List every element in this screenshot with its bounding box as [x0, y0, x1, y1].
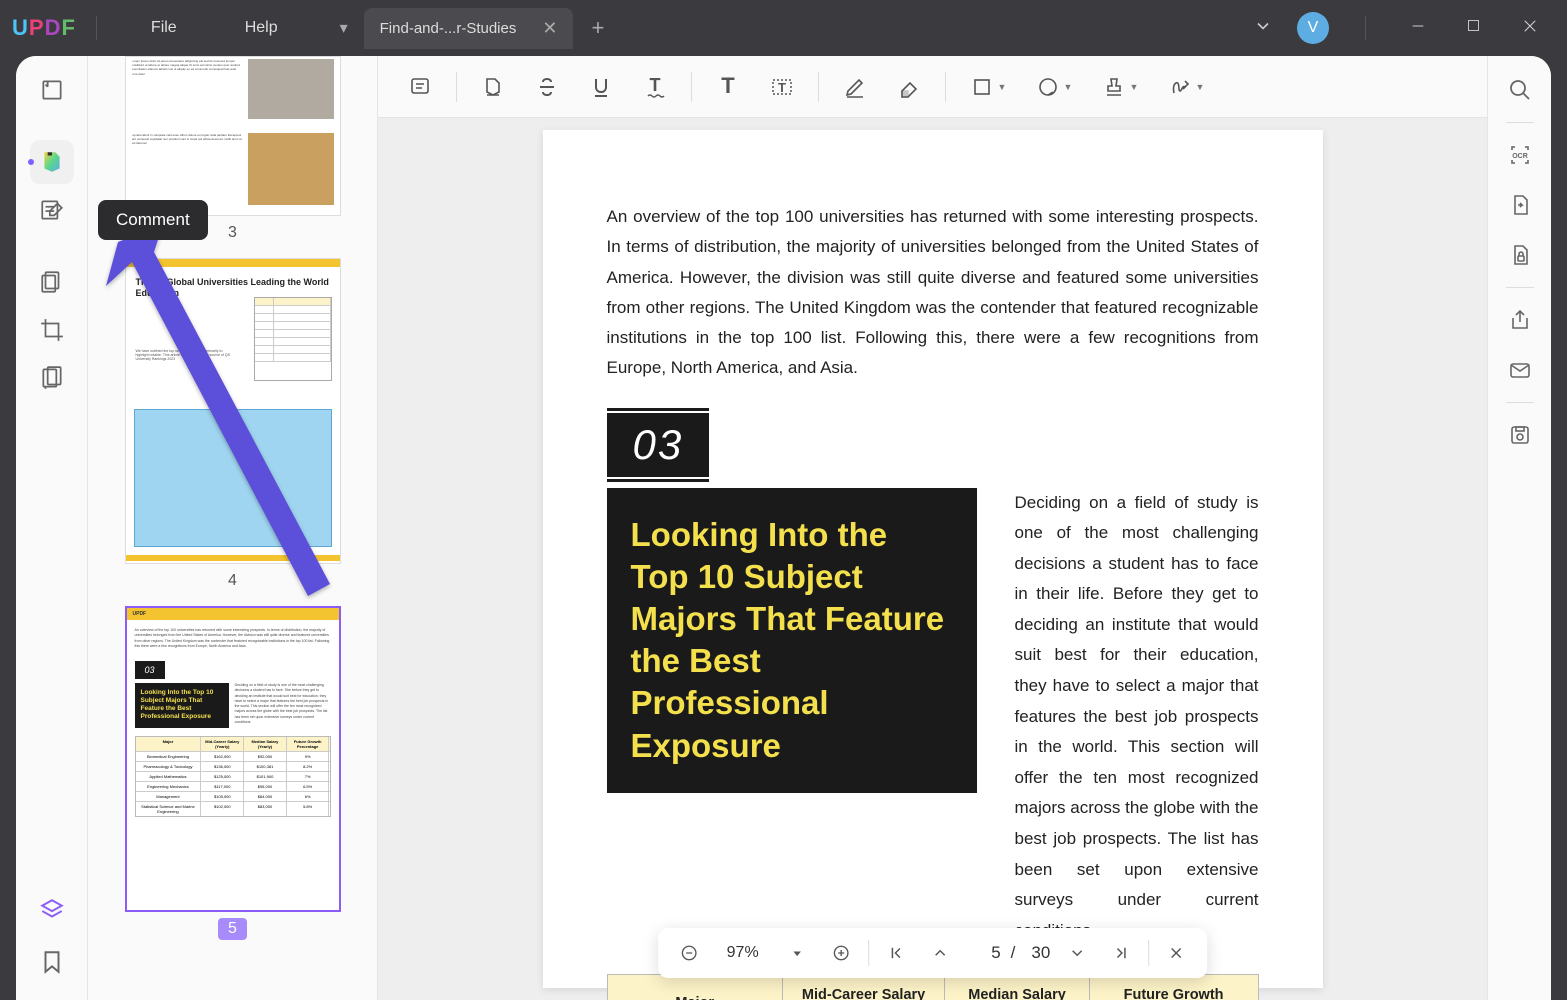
divider	[96, 16, 97, 40]
ocr-button[interactable]: OCR	[1498, 133, 1542, 177]
page-separator: /	[1011, 943, 1016, 963]
textbox-tool[interactable]: T	[756, 65, 808, 109]
zoom-value: 97%	[716, 944, 770, 962]
section-body: Deciding on a field of study is one of t…	[1015, 488, 1259, 947]
document-page: An overview of the top 100 universities …	[543, 130, 1323, 988]
tab-title: Find-and-...r-Studies	[380, 20, 517, 37]
eraser-tool[interactable]	[883, 65, 935, 109]
search-button[interactable]	[1498, 68, 1542, 112]
table-header: Mid-Career Salary (Yearly)	[782, 975, 945, 1000]
prev-page-button[interactable]	[923, 936, 957, 970]
close-navigator-button[interactable]	[1159, 936, 1193, 970]
pencil-tool[interactable]	[829, 65, 881, 109]
table-header: Major	[607, 975, 782, 1000]
comment-mode-button[interactable]	[30, 140, 74, 184]
chevron-down-icon[interactable]	[1245, 8, 1281, 49]
thumbnail-page-4[interactable]: The 10 Global Universities Leading the W…	[112, 258, 353, 598]
thumbnail-number: 4	[112, 564, 353, 598]
layers-button[interactable]	[30, 888, 74, 932]
table-header: Median Salary (Yearly)	[945, 975, 1089, 1000]
table-header: Future Growth Percentage	[1089, 975, 1258, 1000]
first-page-button[interactable]	[879, 936, 913, 970]
bookmark-button[interactable]	[30, 940, 74, 984]
email-button[interactable]	[1498, 348, 1542, 392]
svg-text:T: T	[778, 80, 786, 95]
section-title-box: Looking Into the Top 10 Subject Majors T…	[607, 488, 977, 793]
app-logo: UPDF	[12, 15, 76, 41]
page-tools-button[interactable]	[30, 356, 74, 400]
stamp-tool[interactable]: ▼	[1088, 65, 1152, 109]
maximize-button[interactable]	[1450, 10, 1497, 46]
page-navigator: 97% / 30	[658, 928, 1208, 978]
document-viewer: T T T ▼ ▼ ▼ ▼ An overview of the top 100…	[378, 56, 1487, 1000]
share-button[interactable]	[1498, 298, 1542, 342]
menu-help[interactable]: Help	[211, 19, 312, 37]
document-tab[interactable]: Find-and-...r-Studies ✕	[364, 8, 574, 49]
crop-pages-button[interactable]	[30, 308, 74, 352]
total-pages: 30	[1025, 943, 1050, 963]
titlebar: UPDF File Help ▾ Find-and-...r-Studies ✕…	[0, 0, 1567, 56]
active-indicator	[28, 159, 34, 165]
left-sidebar	[16, 56, 88, 1000]
current-page-input[interactable]	[967, 943, 1001, 963]
last-page-button[interactable]	[1104, 936, 1138, 970]
menu-file[interactable]: File	[117, 19, 211, 37]
minimize-button[interactable]	[1394, 10, 1442, 47]
text-tool[interactable]: T	[702, 65, 754, 109]
edit-mode-button[interactable]	[30, 188, 74, 232]
zoom-dropdown[interactable]	[780, 936, 814, 970]
svg-text:T: T	[721, 75, 735, 98]
majors-table: Major Mid-Career Salary (Yearly) Median …	[607, 974, 1259, 1000]
section-number-box: 03	[607, 408, 710, 482]
comment-toolbar: T T T ▼ ▼ ▼ ▼	[378, 56, 1487, 118]
zoom-in-button[interactable]	[824, 936, 858, 970]
organize-pages-button[interactable]	[30, 260, 74, 304]
tab-dropdown[interactable]: ▾	[328, 10, 360, 46]
reader-mode-button[interactable]	[30, 68, 74, 112]
squiggly-tool[interactable]: T	[629, 65, 681, 109]
protect-button[interactable]	[1498, 233, 1542, 277]
note-tool[interactable]	[394, 65, 446, 109]
next-page-button[interactable]	[1060, 936, 1094, 970]
svg-text:T: T	[650, 75, 661, 95]
thumbnail-page-5[interactable]: UPDF An overview of the top 100 universi…	[112, 606, 353, 946]
zoom-out-button[interactable]	[672, 936, 706, 970]
workspace: Comment Lorem ipsum dolor sit amet conse…	[16, 56, 1551, 1000]
close-button[interactable]	[1505, 9, 1555, 48]
window-controls: V	[1245, 8, 1555, 49]
comment-tooltip: Comment	[98, 200, 208, 240]
thumbnails-panel: Lorem ipsum dolor sit amet consectetur a…	[88, 56, 378, 1000]
intro-paragraph: An overview of the top 100 universities …	[607, 202, 1259, 384]
tab-area: ▾ Find-and-...r-Studies ✕ +	[328, 8, 623, 49]
sticker-tool[interactable]: ▼	[1022, 65, 1086, 109]
thumbnail-number: 5	[218, 918, 247, 940]
new-tab-button[interactable]: +	[573, 15, 622, 41]
shape-tool[interactable]: ▼	[956, 65, 1020, 109]
underline-tool[interactable]	[575, 65, 627, 109]
user-avatar[interactable]: V	[1297, 12, 1329, 44]
tab-close-icon[interactable]: ✕	[542, 18, 557, 39]
save-button[interactable]	[1498, 413, 1542, 457]
convert-button[interactable]	[1498, 183, 1542, 227]
highlight-tool[interactable]	[467, 65, 519, 109]
divider	[1365, 16, 1366, 40]
strikethrough-tool[interactable]	[521, 65, 573, 109]
page-scroll-area[interactable]: An overview of the top 100 universities …	[378, 118, 1487, 1000]
signature-tool[interactable]: ▼	[1154, 65, 1218, 109]
svg-text:OCR: OCR	[1512, 153, 1528, 160]
right-sidebar: OCR	[1487, 56, 1551, 1000]
